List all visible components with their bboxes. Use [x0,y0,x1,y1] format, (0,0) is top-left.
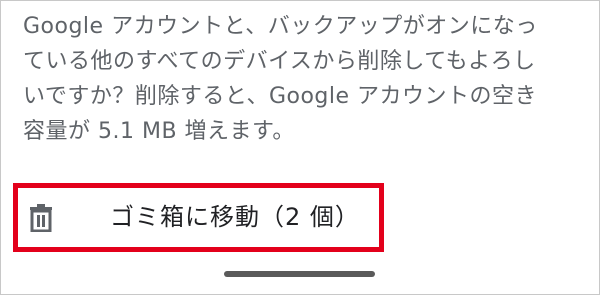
message-line-4: 容量が 5.1 MB 増えます。 [23,119,295,144]
message-line-3: いですか？削除すると、Google アカウントの空き [23,84,538,109]
gesture-navigation-bar[interactable] [224,271,375,277]
confirmation-message: Google アカウントと、バックアップがオンになっ ている他のすべてのデバイス… [23,9,583,149]
move-to-trash-label: ゴミ箱に移動（2 個） [110,203,360,231]
bottom-sheet: Google アカウントと、バックアップがオンになっ ている他のすべてのデバイス… [0,0,600,295]
trash-icon [28,204,54,233]
move-to-trash-button[interactable]: ゴミ箱に移動（2 個） [18,188,379,247]
message-line-1: Google アカウントと、バックアップがオンになっ [23,14,538,39]
message-line-2: ている他のすべてのデバイスから削除してもよろし [23,49,536,74]
